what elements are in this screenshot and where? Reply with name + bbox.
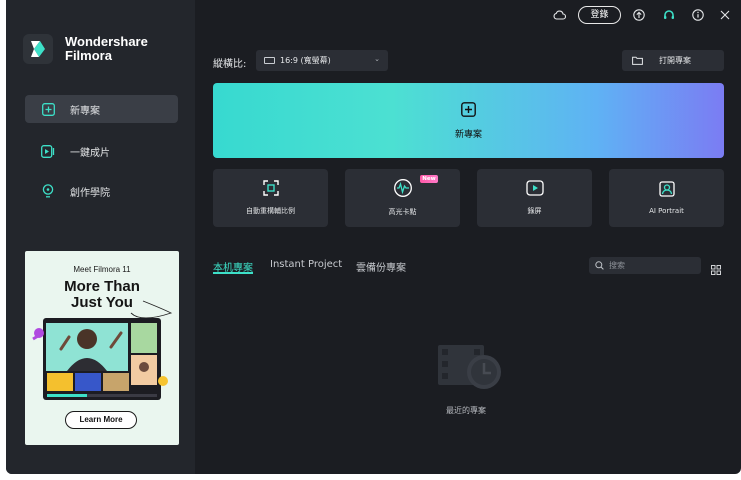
sidebar-item-new-project[interactable]: 新專案	[25, 95, 178, 123]
screen-record-icon	[525, 180, 544, 200]
app-name-line2: Filmora	[65, 48, 112, 63]
chevron-down-icon: ⌄	[374, 55, 380, 63]
learn-more-button[interactable]: Learn More	[65, 411, 137, 429]
cloud-icon[interactable]	[552, 6, 566, 24]
beat-sync-icon	[393, 179, 412, 201]
lightbulb-icon	[40, 183, 56, 199]
sidebar-item-academy[interactable]: 創作學院	[25, 177, 178, 205]
filmora-logo-icon	[23, 34, 53, 64]
sidebar-item-label: 一鍵成片	[70, 147, 110, 159]
aspect-ratio-label: 縱橫比:	[213, 59, 247, 70]
app-name: Wondershare Filmora	[65, 35, 148, 63]
search-input[interactable]: 搜索	[589, 257, 701, 274]
tile-beat-sync[interactable]: 高光卡點	[345, 169, 460, 227]
arrow-up-circle-icon[interactable]	[632, 6, 646, 24]
new-project-label: 新專案	[454, 129, 482, 140]
aspect-ratio-value: 16:9 (寬螢幕)	[280, 56, 331, 65]
tile-label: 自動重構輔比例	[246, 207, 295, 215]
tile-screen-recorder[interactable]: 錄屏	[477, 169, 592, 227]
empty-state-text: 最近的專案	[446, 406, 486, 415]
new-badge: New	[420, 175, 438, 183]
reframe-icon	[262, 180, 279, 200]
sidebar-item-instant-cutter[interactable]: 一鍵成片	[25, 137, 178, 165]
close-icon[interactable]	[718, 6, 732, 24]
tab-instant-project[interactable]: Instant Project	[270, 259, 342, 270]
sidebar-item-label: 創作學院	[70, 187, 110, 199]
filmora-window: Wondershare Filmora 新專案 一鍵成片 創作學院 Meet F…	[6, 0, 741, 474]
login-button[interactable]: 登錄	[578, 6, 621, 24]
tab-cloud-projects[interactable]: 雲備份專案	[356, 259, 406, 274]
auto-clip-icon	[40, 143, 56, 159]
widescreen-icon	[264, 57, 275, 64]
app-logo: Wondershare Filmora	[23, 34, 148, 64]
info-icon[interactable]	[691, 6, 705, 24]
search-placeholder: 搜索	[609, 261, 625, 270]
folder-icon	[632, 56, 643, 65]
empty-projects-icon	[438, 341, 504, 397]
portrait-icon	[658, 181, 675, 201]
open-project-button[interactable]: 打開專案	[622, 50, 724, 71]
tile-label: AI Portrait	[649, 207, 684, 215]
tile-label: 高光卡點	[388, 208, 417, 216]
active-tab-indicator	[213, 272, 253, 274]
aspect-ratio-select[interactable]: 16:9 (寬螢幕) ⌄	[256, 50, 388, 71]
tile-auto-reframe[interactable]: 自動重構輔比例	[213, 169, 328, 227]
headset-icon[interactable]	[662, 6, 676, 24]
plus-square-icon	[40, 101, 56, 117]
app-name-line1: Wondershare	[65, 34, 148, 49]
tile-ai-portrait[interactable]: AI Portrait	[609, 169, 724, 227]
plus-square-icon	[461, 101, 476, 121]
promo-card[interactable]: Meet Filmora 11 More Than Just You Learn…	[25, 251, 179, 445]
sidebar-item-label: 新專案	[70, 105, 100, 117]
search-icon	[595, 261, 604, 270]
open-project-label: 打開專案	[659, 56, 691, 65]
sidebar: Wondershare Filmora 新專案 一鍵成片 創作學院 Meet F…	[6, 0, 195, 474]
new-project-button[interactable]: 新專案	[213, 83, 724, 158]
tile-label: 錄屏	[527, 207, 542, 215]
grid-view-icon[interactable]	[711, 260, 721, 279]
